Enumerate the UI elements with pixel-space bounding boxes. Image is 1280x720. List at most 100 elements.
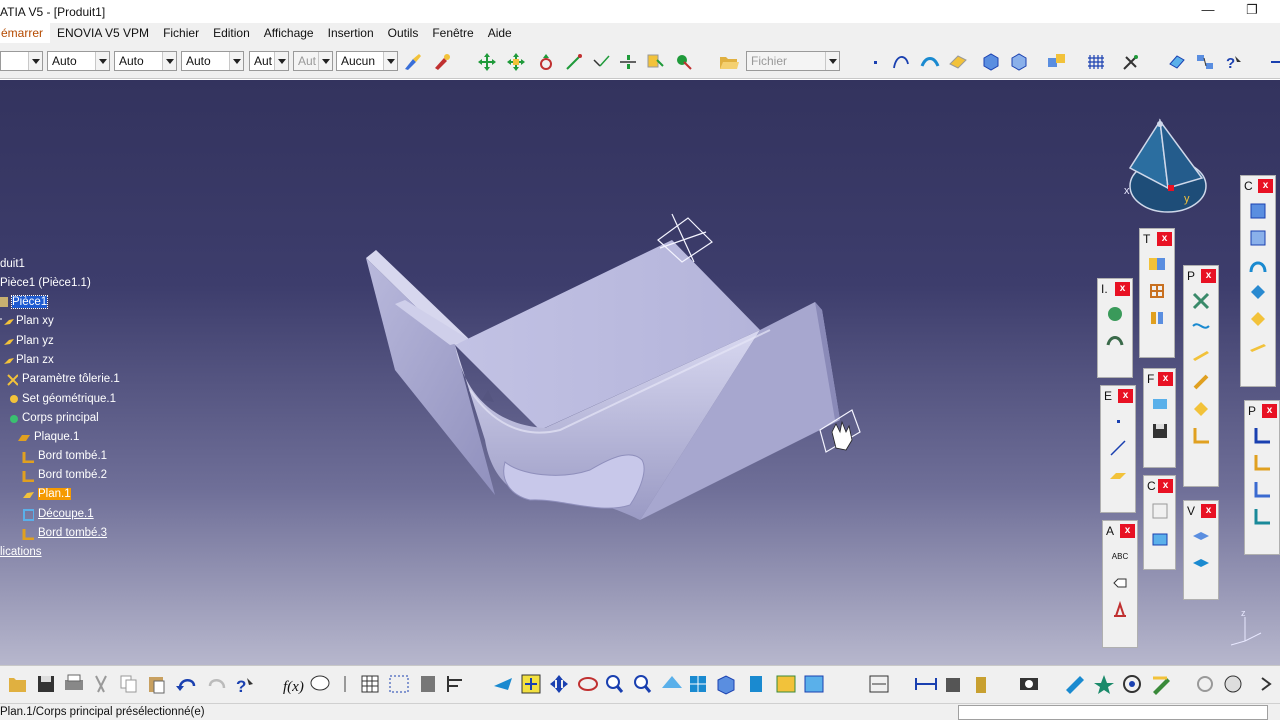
palette-tool-t1[interactable] [1145,252,1169,276]
publish-icon[interactable] [1166,51,1188,73]
3d-viewport[interactable]: x y z duit1 Pièce1 (Pièce1.1) Pièce1 Pla… [0,80,1280,665]
hand-icon[interactable] [1224,675,1242,693]
ruler-icon[interactable] [421,676,435,692]
close-icon[interactable]: x [1258,179,1273,193]
palette-tool-p5[interactable] [1189,397,1213,421]
help-icon[interactable]: ? [1222,51,1244,73]
tools-icon[interactable] [1120,51,1142,73]
tree-node-plan-xy[interactable]: Plan xy [0,313,54,329]
palette-tool-p2a[interactable] [1250,424,1274,448]
knowledge-icon[interactable] [1194,51,1216,73]
open-icon[interactable] [9,678,26,692]
battery-icon[interactable] [976,677,986,693]
table-icon[interactable] [361,675,379,693]
palette-tool-i2[interactable] [1103,329,1127,353]
palette-tool-v1[interactable] [1189,524,1213,548]
multi-view-icon[interactable] [690,676,706,692]
close-icon[interactable]: x [1118,389,1133,403]
menu-edition[interactable]: Edition [206,23,257,43]
tree-node-flange-1[interactable]: Bord tombé.1 [10,448,107,464]
menu-demarrer[interactable]: émarrer [0,23,51,43]
menu-insertion[interactable]: Insertion [321,23,381,43]
palette-tool-3[interactable] [1246,253,1270,277]
compass-icon[interactable]: x y [1120,118,1215,218]
palette-tool-p1[interactable] [1189,289,1213,313]
text-annotation-icon[interactable]: ABC [1108,544,1132,568]
print-icon[interactable] [65,674,83,690]
undo-icon[interactable] [176,679,196,691]
line-icon[interactable] [1106,436,1130,460]
zoom-out-icon[interactable] [634,675,652,693]
view-icon-1[interactable] [980,51,1002,73]
pan-icon[interactable] [550,675,568,693]
menu-enovia[interactable]: ENOVIA V5 VPM [50,23,156,43]
hide-show-icon[interactable] [776,675,796,693]
save-icon[interactable] [1148,419,1172,443]
rotate-view-icon[interactable] [578,677,598,691]
thickness-combo[interactable]: Aut [249,51,289,71]
fit-all-icon[interactable] [521,674,541,694]
tree-node-product[interactable]: duit1 [0,256,25,272]
edit-icon[interactable] [1066,676,1084,694]
painter-icon[interactable] [402,51,424,73]
multi-select-icon[interactable] [869,675,889,693]
line-snap-icon[interactable] [590,51,612,73]
close-icon[interactable]: x [1262,404,1277,418]
paste-icon[interactable] [149,677,165,694]
palette-tool-4[interactable] [1246,280,1270,304]
menu-fichier[interactable]: Fichier [156,23,206,43]
tree-node-plan-zx[interactable]: Plan zx [0,352,54,368]
tree-node-part[interactable]: Pièce1 [0,294,49,310]
palette-tool-p2c[interactable] [1250,478,1274,502]
tree-node-applications[interactable]: lications [0,544,42,560]
palette-tool-t2[interactable] [1145,279,1169,303]
transparency-combo[interactable]: Auto [114,51,177,71]
palette-tool-2[interactable] [1246,226,1270,250]
tree-node-plan-yz[interactable]: Plan yz [0,333,54,349]
color-combo[interactable]: Auto [47,51,110,71]
spline-icon[interactable] [891,51,913,73]
plane-icon[interactable] [947,51,969,73]
tree-node-plan-1[interactable]: Plan.1 [10,486,71,502]
cut-icon[interactable] [95,675,107,693]
measure-icon[interactable] [447,676,462,692]
flag-note-icon[interactable] [1108,571,1132,595]
symmetry-icon[interactable] [535,51,557,73]
iso-view-icon[interactable] [717,675,735,695]
redo-icon[interactable] [208,679,226,689]
rotate-icon[interactable] [505,51,527,73]
plane-icon[interactable] [1106,463,1130,487]
manipulation-icon[interactable] [644,51,666,73]
sheet-metal-part[interactable] [0,80,1280,665]
palette-tool-p4[interactable] [1189,370,1213,394]
formula-icon[interactable]: f(x) [283,679,304,695]
whats-this-icon[interactable]: ? [236,677,253,696]
camera-icon[interactable] [1020,678,1038,690]
close-icon[interactable]: x [1201,504,1216,518]
tree-node-flange-2[interactable]: Bord tombé.2 [10,467,107,483]
menu-aide[interactable]: Aide [481,23,519,43]
palette-tool-p6[interactable] [1189,424,1213,448]
overflow-icon[interactable] [1261,677,1272,691]
menu-affichage[interactable]: Affichage [257,23,321,43]
close-icon[interactable]: x [1158,479,1173,493]
paint-icon[interactable] [1153,676,1170,695]
palette-tool-t3[interactable] [1145,306,1169,330]
star-icon[interactable] [1094,675,1114,694]
palette-tool-1[interactable] [1246,199,1270,223]
lock-icon[interactable] [946,678,960,692]
palette-tool-p2d[interactable] [1250,505,1274,529]
explode-icon[interactable] [673,51,695,73]
snap-icon[interactable] [563,51,585,73]
rendering-style-combo[interactable]: Aucun [336,51,398,71]
tree-node-sheetmetal-params[interactable]: Paramètre tôlerie.1 [0,371,120,387]
refresh-icon[interactable] [1197,676,1213,692]
save-icon[interactable] [38,676,54,692]
close-icon[interactable]: x [1120,524,1135,538]
layer-combo[interactable] [0,51,43,71]
normal-view-icon[interactable] [662,676,682,688]
tree-node-main-body[interactable]: Corps principal [0,410,99,426]
restore-button[interactable]: ❐ [1242,2,1262,20]
minimize-button[interactable]: — [1198,2,1218,20]
menu-fenetre[interactable]: Fenêtre [425,23,480,43]
